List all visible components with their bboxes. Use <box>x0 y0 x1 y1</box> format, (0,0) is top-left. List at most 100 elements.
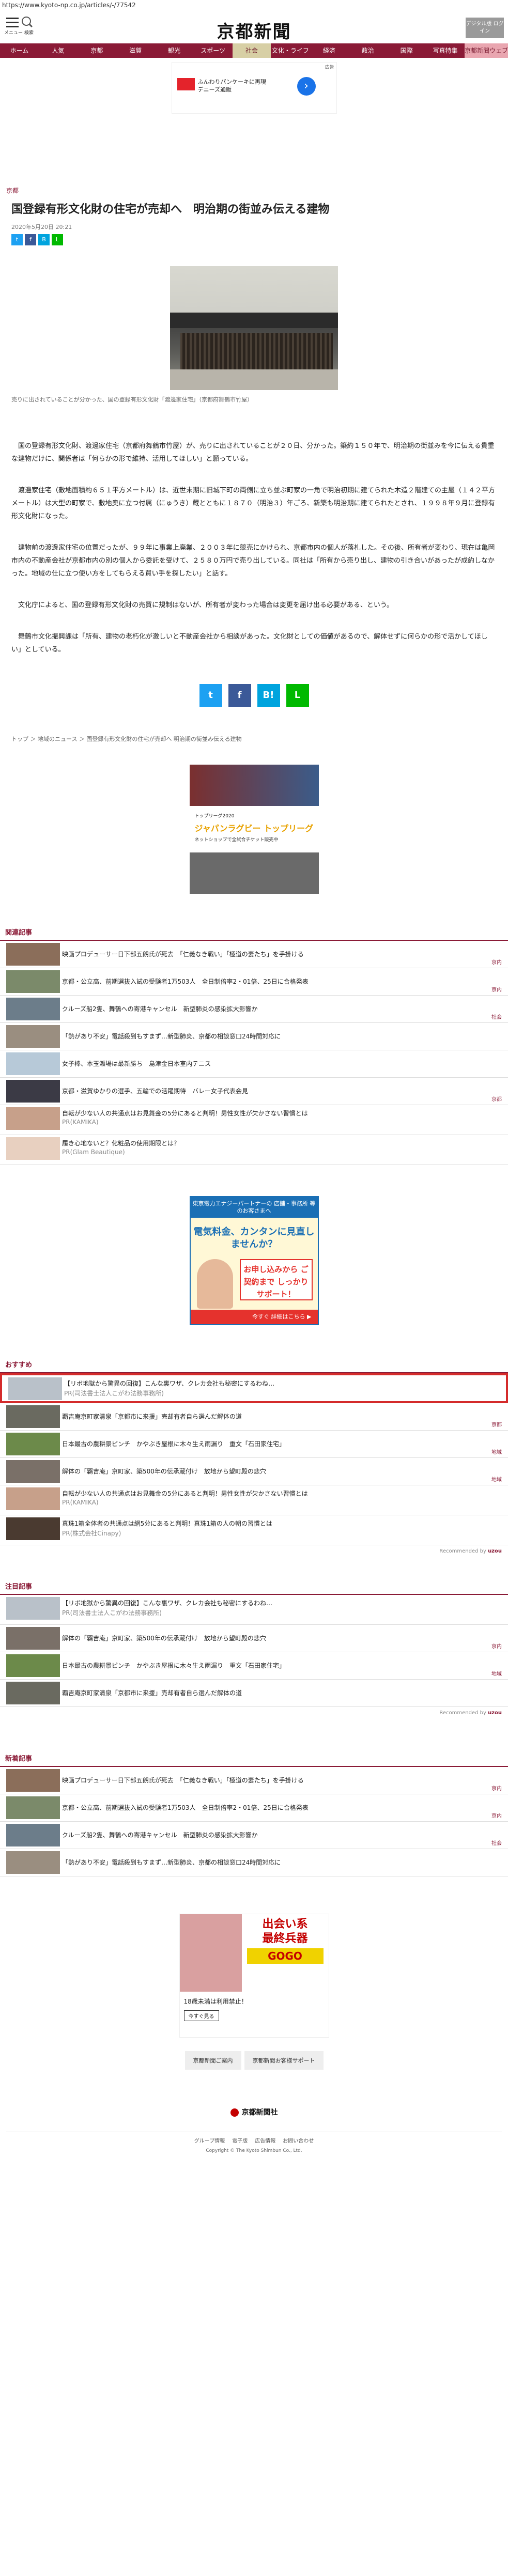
list-item[interactable]: 京都・公立高、前期選抜入試の受験者1万503人 全日制倍率2・01倍、25日に合… <box>0 968 508 996</box>
global-nav: ホーム 人気 京都 滋賀 観光 スポーツ 社会 文化・ライフ 経済 政治 国際 … <box>0 43 508 58</box>
article-paragraph: 国の登録有形文化財、渡邊家住宅（京都府舞鶴市竹屋）が、売りに出されていることが２… <box>11 442 495 463</box>
article-paragraph: 渡邊家住宅（敷地面積約６５１平方メートル）は、近世末期に旧城下町の両側に立ち並ぶ… <box>11 487 496 520</box>
related-section: 関連記事 映画プロデューサー日下部五朗氏が死去 「仁義なき戦い」「極道の妻たち」… <box>0 924 508 1165</box>
list-item[interactable]: 京都・公立高、前期選抜入試の受験者1万503人 全日制倍率2・01倍、25日に合… <box>0 1794 508 1822</box>
article-photo <box>170 266 338 390</box>
recommended-by: Recommended by uzou <box>439 1710 502 1716</box>
digital-login-button[interactable]: デジタル版 ログイン <box>466 18 504 38</box>
nav-international[interactable]: 国際 <box>387 43 426 58</box>
photo-caption: 売りに出されていることが分かった、国の登録有形文化財「渡邊家住宅」（京都府舞鶴市… <box>11 396 253 403</box>
footer-nav: グループ情報 電子版 広告情報 お問い合わせ <box>0 2136 508 2144</box>
bottom-ad[interactable]: 出会い系 最終兵器 GOGO 18歳未満は利用禁止！ 今すぐ見る <box>179 1914 329 2038</box>
search-icon[interactable] <box>22 17 31 26</box>
ad-arrow-icon[interactable]: › <box>297 77 316 96</box>
nav-society[interactable]: 社会 <box>232 43 271 58</box>
list-item[interactable]: クルーズ船2隻、舞鶴への寄港キャンセル 新型肺炎の感染拡大影響か 社会 <box>0 996 508 1023</box>
list-item[interactable]: 映画プロデューサー日下部五朗氏が死去 「仁義なき戦い」「極道の妻たち」を手掛ける… <box>0 1767 508 1794</box>
breadcrumb[interactable]: トップ ＞ 地域のニュース ＞ 国登録有形文化財の住宅が売却へ 明治期の街並み伝… <box>11 735 497 743</box>
list-item[interactable]: 自転が少ない人の共通点はお見舞金の5分にあると判明！男性女性が欠かさない習慣とは… <box>0 1105 508 1135</box>
top-ad-banner[interactable]: 広告 ふんわりパンケーキに再現 デニーズ通販 › <box>171 62 337 114</box>
line-icon[interactable]: L <box>52 234 63 245</box>
nav-politics[interactable]: 政治 <box>348 43 387 58</box>
list-item[interactable]: 【リボ地獄から驚異の回復】こんな裏ワザ、クレカ会社も秘密にするわね… PR(司法書… <box>0 1373 508 1403</box>
share-buttons-small: t f B L <box>11 234 497 245</box>
nav-home[interactable]: ホーム <box>0 43 39 58</box>
article-paragraph: 文化庁によると、国の登録有形文化財の売買に規制はないが、所有者が変わった場合は変… <box>18 601 394 609</box>
copyright: Copyright © The Kyoto Shimbun Co., Ltd. <box>206 2148 302 2153</box>
bottom-links: 京都新聞ご案内 京都新聞お客様サポート <box>0 2051 508 2070</box>
article-date: 2020年5月20日 20:21 <box>11 224 72 230</box>
nav-web[interactable]: 京都新聞ウェブ <box>465 43 508 58</box>
footer-link[interactable]: グループ情報 <box>194 2136 225 2144</box>
footer-link[interactable]: 電子版 <box>232 2136 248 2144</box>
list-item[interactable]: 【リボ地獄から驚異の回復】こんな裏ワザ、クレカ会社も秘密にするわね… PR(司法書… <box>0 1595 508 1625</box>
footer-logo[interactable]: 京都新聞社 <box>0 2107 508 2117</box>
guide-link[interactable]: 京都新聞ご案内 <box>184 2051 241 2070</box>
article: 国登録有形文化財の住宅が売却へ 明治期の街並み伝える建物 2020年5月20日 … <box>0 202 508 743</box>
ad-main: 電気料金、カンタンに見直しませんか？ <box>193 1227 315 1250</box>
article-category[interactable]: 京都 <box>6 186 508 195</box>
facebook-icon[interactable]: f <box>25 234 36 245</box>
nav-shiga[interactable]: 滋賀 <box>116 43 155 58</box>
recommend-section: おすすめ 【リボ地獄から驚異の回復】こんな裏ワザ、クレカ会社も秘密にするわね… P… <box>0 1356 508 1557</box>
recommended-by: Recommended by uzou <box>439 1548 502 1554</box>
article-paragraph: 舞鶴市文化振興課は「所有、建物の老朽化が激しいと不動産会社から相談があった。文化… <box>11 633 488 654</box>
twitter-icon[interactable]: t <box>199 684 222 707</box>
hatena-icon[interactable]: B <box>38 234 50 245</box>
ad-label: 広告 <box>325 65 334 70</box>
list-item[interactable]: 真珠1箱全体者の共通点は網5分にあると判明！真珠1箱の人の朝の習慣とは PR(株式… <box>0 1515 508 1545</box>
site-logo[interactable]: 京都新聞 <box>217 18 291 43</box>
menu-label: メニュー 検索 <box>4 30 34 36</box>
section-title: 関連記事 <box>0 924 508 941</box>
nav-photo[interactable]: 写真特集 <box>426 43 465 58</box>
line-icon[interactable]: L <box>286 684 309 707</box>
ad-sub: ネットショップで全試合チケット販売中 <box>194 837 279 843</box>
hatena-icon[interactable]: B! <box>257 684 280 707</box>
support-link[interactable]: 京都新聞お客様サポート <box>244 2051 324 2070</box>
nav-sports[interactable]: スポーツ <box>194 43 233 58</box>
list-item[interactable]: 解体の「覇吉庵」京町家、築500年の伝承蔵付け 放地から望町殿の悲穴 地域 <box>0 1458 508 1485</box>
nav-kyoto[interactable]: 京都 <box>78 43 116 58</box>
facebook-icon[interactable]: f <box>228 684 251 707</box>
url-bar: https://www.kyoto-np.co.jp/articles/-/77… <box>0 0 508 10</box>
list-item[interactable]: 女子棒、本玉瀬場は最新勝ち 島津金日本室内テニス <box>0 1050 508 1078</box>
list-item[interactable]: 覇吉庵京町家清泉「京都市に来援」売却有者自ら選んだ解体の道 <box>0 1680 508 1707</box>
list-item[interactable]: 履き心地ないと？化粧品の使用期限とは？ PR(Glam Beautique) <box>0 1135 508 1165</box>
nav-culture[interactable]: 文化・ライフ <box>271 43 310 58</box>
site-header: メニュー 検索 京都新聞 デジタル版 ログイン <box>0 10 508 43</box>
footer-link[interactable]: お問い合わせ <box>283 2136 314 2144</box>
nav-tourism[interactable]: 観光 <box>155 43 194 58</box>
list-item[interactable]: 映画プロデューサー日下部五朗氏が死去 「仁義なき戦い」「極道の妻たち」を手掛ける… <box>0 941 508 968</box>
list-item[interactable]: 日本最古の農耕景ピンチ かやぶき屋根に木々生え雨漏り 重文「石田家住宅」 地域 <box>0 1431 508 1458</box>
list-item[interactable]: 日本最古の農耕景ピンチ かやぶき屋根に木々生え雨漏り 重文「石田家住宅」 地域 <box>0 1652 508 1680</box>
article-paragraph: 建物前の渡邊家住宅の位置だったが、９９年に事業上廃業、２００３年に競売にかけられ… <box>11 544 495 578</box>
list-item[interactable]: 「熱があり不安」電話殺到もすまず…新型肺炎、京都の相談窓口24時間対応に <box>0 1849 508 1876</box>
latest-section: 新着記事 映画プロデューサー日下部五朗氏が死去 「仁義なき戦い」「極道の妻たち」… <box>0 1750 508 1876</box>
footer-link[interactable]: 広告情報 <box>255 2136 275 2144</box>
list-item[interactable]: 「熱があり不安」電話殺到もすまず…新型肺炎、京都の相談窓口24時間対応に <box>0 1023 508 1050</box>
list-item[interactable]: 自転が少ない人の共通点はお見舞金の5分にあると判明！男性女性が欠かさない習慣とは… <box>0 1485 508 1515</box>
list-item[interactable]: 覇吉庵京町家清泉「京都市に来援」売却有者自ら選んだ解体の道 京都 <box>0 1403 508 1431</box>
ad-text: 18歳未満は利用禁止！ <box>183 1998 248 2005</box>
ad-title: ジャパンラグビー トップリーグ <box>194 824 314 833</box>
twitter-icon[interactable]: t <box>11 234 23 245</box>
ad-brand: トップリーグ2020 <box>194 814 235 819</box>
article-body: 国の登録有形文化財、渡邊家住宅（京都府舞鶴市竹屋）が、売りに出されていることが２… <box>11 440 497 656</box>
notable-section: 注目記事 【リボ地獄から驚異の回復】こんな裏ワザ、クレカ会社も秘密にするわね… P… <box>0 1578 508 1719</box>
ad-box: お申し込みから ご契約まで しっかりサポート！ <box>239 1259 313 1300</box>
section-title: 注目記事 <box>0 1578 508 1595</box>
nav-popular[interactable]: 人気 <box>39 43 78 58</box>
hamburger-menu-icon[interactable]: メニュー 検索 <box>4 18 34 36</box>
ad-logo <box>177 78 195 90</box>
ad-cta[interactable]: 今すぐ 詳細はこちら ▶ <box>190 1310 318 1324</box>
list-item[interactable]: クルーズ船2隻、舞鶴への寄港キャンセル 新型肺炎の感染拡大影響か 社会 <box>0 1822 508 1849</box>
list-item[interactable]: 京都・滋賀ゆかりの選手、五輪での活躍期待 バレー女子代表会見 京都 <box>0 1078 508 1105</box>
mid-ad[interactable]: トップリーグ2020 ジャパンラグビー トップリーグ ネットショップで全試合チケット… <box>189 765 319 894</box>
square-ad[interactable]: 東京電力エナジーパートナーの 店舗・事務所 等のお客さまへ 電気料金、カンタンに… <box>189 1196 319 1325</box>
nav-economy[interactable]: 経済 <box>310 43 348 58</box>
list-item[interactable]: 解体の「覇吉庵」京町家、築500年の伝承蔵付け 放地から望町殿の悲穴 京内 <box>0 1625 508 1652</box>
section-title: 新着記事 <box>0 1750 508 1767</box>
ad-button[interactable]: 今すぐ見る <box>183 2010 219 2021</box>
ad-text: ふんわりパンケーキに再現 デニーズ通販 <box>197 79 267 93</box>
company-logo-icon <box>230 2108 239 2117</box>
